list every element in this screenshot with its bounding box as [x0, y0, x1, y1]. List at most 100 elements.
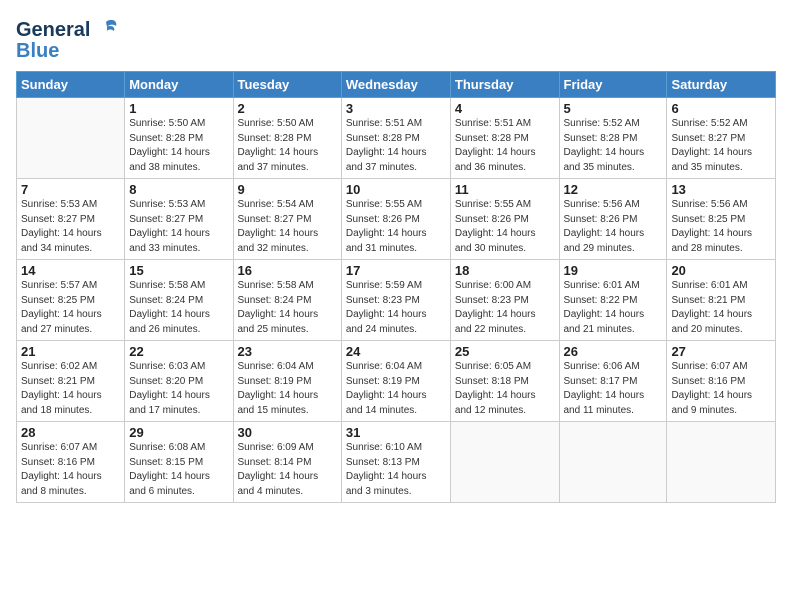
- weekday-header-friday: Friday: [559, 72, 667, 98]
- day-number: 11: [455, 182, 555, 197]
- day-info: Sunrise: 6:06 AM Sunset: 8:17 PM Dayligh…: [564, 360, 663, 418]
- day-info: Sunrise: 5:59 AM Sunset: 8:23 PM Dayligh…: [346, 279, 446, 337]
- day-info: Sunrise: 6:04 AM Sunset: 8:19 PM Dayligh…: [238, 360, 337, 418]
- day-number: 1: [129, 101, 228, 116]
- day-info: Sunrise: 5:58 AM Sunset: 8:24 PM Dayligh…: [129, 279, 228, 337]
- calendar-day-29: 29Sunrise: 6:08 AM Sunset: 8:15 PM Dayli…: [125, 422, 233, 503]
- day-number: 22: [129, 344, 228, 359]
- calendar-week-row: 28Sunrise: 6:07 AM Sunset: 8:16 PM Dayli…: [17, 422, 776, 503]
- day-number: 29: [129, 425, 228, 440]
- calendar-day-16: 16Sunrise: 5:58 AM Sunset: 8:24 PM Dayli…: [233, 260, 341, 341]
- calendar-day-25: 25Sunrise: 6:05 AM Sunset: 8:18 PM Dayli…: [450, 341, 559, 422]
- day-info: Sunrise: 6:03 AM Sunset: 8:20 PM Dayligh…: [129, 360, 228, 418]
- day-info: Sunrise: 5:53 AM Sunset: 8:27 PM Dayligh…: [21, 198, 120, 256]
- day-number: 31: [346, 425, 446, 440]
- day-number: 18: [455, 263, 555, 278]
- logo-blue-text: Blue: [16, 40, 59, 63]
- calendar-week-row: 14Sunrise: 5:57 AM Sunset: 8:25 PM Dayli…: [17, 260, 776, 341]
- calendar-day-21: 21Sunrise: 6:02 AM Sunset: 8:21 PM Dayli…: [17, 341, 125, 422]
- calendar-day-6: 6Sunrise: 5:52 AM Sunset: 8:27 PM Daylig…: [667, 98, 776, 179]
- logo-text: General: [16, 19, 90, 42]
- calendar-day-15: 15Sunrise: 5:58 AM Sunset: 8:24 PM Dayli…: [125, 260, 233, 341]
- calendar-day-1: 1Sunrise: 5:50 AM Sunset: 8:28 PM Daylig…: [125, 98, 233, 179]
- day-number: 2: [238, 101, 337, 116]
- page-header: General Blue: [16, 16, 776, 63]
- weekday-header-sunday: Sunday: [17, 72, 125, 98]
- weekday-header-tuesday: Tuesday: [233, 72, 341, 98]
- day-info: Sunrise: 5:56 AM Sunset: 8:25 PM Dayligh…: [671, 198, 771, 256]
- weekday-header-wednesday: Wednesday: [341, 72, 450, 98]
- day-number: 25: [455, 344, 555, 359]
- calendar-day-23: 23Sunrise: 6:04 AM Sunset: 8:19 PM Dayli…: [233, 341, 341, 422]
- day-number: 3: [346, 101, 446, 116]
- day-number: 10: [346, 182, 446, 197]
- calendar-week-row: 1Sunrise: 5:50 AM Sunset: 8:28 PM Daylig…: [17, 98, 776, 179]
- calendar-day-24: 24Sunrise: 6:04 AM Sunset: 8:19 PM Dayli…: [341, 341, 450, 422]
- day-info: Sunrise: 6:01 AM Sunset: 8:22 PM Dayligh…: [564, 279, 663, 337]
- calendar-day-30: 30Sunrise: 6:09 AM Sunset: 8:14 PM Dayli…: [233, 422, 341, 503]
- day-info: Sunrise: 5:51 AM Sunset: 8:28 PM Dayligh…: [346, 117, 446, 175]
- weekday-header-monday: Monday: [125, 72, 233, 98]
- weekday-header-saturday: Saturday: [667, 72, 776, 98]
- day-info: Sunrise: 6:00 AM Sunset: 8:23 PM Dayligh…: [455, 279, 555, 337]
- day-number: 5: [564, 101, 663, 116]
- calendar-week-row: 21Sunrise: 6:02 AM Sunset: 8:21 PM Dayli…: [17, 341, 776, 422]
- calendar-day-11: 11Sunrise: 5:55 AM Sunset: 8:26 PM Dayli…: [450, 179, 559, 260]
- day-info: Sunrise: 5:58 AM Sunset: 8:24 PM Dayligh…: [238, 279, 337, 337]
- calendar-day-13: 13Sunrise: 5:56 AM Sunset: 8:25 PM Dayli…: [667, 179, 776, 260]
- day-info: Sunrise: 6:02 AM Sunset: 8:21 PM Dayligh…: [21, 360, 120, 418]
- day-info: Sunrise: 6:04 AM Sunset: 8:19 PM Dayligh…: [346, 360, 446, 418]
- calendar-day-31: 31Sunrise: 6:10 AM Sunset: 8:13 PM Dayli…: [341, 422, 450, 503]
- day-number: 21: [21, 344, 120, 359]
- day-info: Sunrise: 5:51 AM Sunset: 8:28 PM Dayligh…: [455, 117, 555, 175]
- day-number: 7: [21, 182, 120, 197]
- calendar-day-10: 10Sunrise: 5:55 AM Sunset: 8:26 PM Dayli…: [341, 179, 450, 260]
- calendar-day-4: 4Sunrise: 5:51 AM Sunset: 8:28 PM Daylig…: [450, 98, 559, 179]
- day-number: 27: [671, 344, 771, 359]
- day-info: Sunrise: 6:01 AM Sunset: 8:21 PM Dayligh…: [671, 279, 771, 337]
- calendar-empty-cell: [17, 98, 125, 179]
- day-number: 16: [238, 263, 337, 278]
- calendar-day-17: 17Sunrise: 5:59 AM Sunset: 8:23 PM Dayli…: [341, 260, 450, 341]
- day-number: 14: [21, 263, 120, 278]
- day-info: Sunrise: 5:50 AM Sunset: 8:28 PM Dayligh…: [129, 117, 228, 175]
- day-info: Sunrise: 5:55 AM Sunset: 8:26 PM Dayligh…: [455, 198, 555, 256]
- day-number: 12: [564, 182, 663, 197]
- calendar-day-26: 26Sunrise: 6:06 AM Sunset: 8:17 PM Dayli…: [559, 341, 667, 422]
- day-info: Sunrise: 5:52 AM Sunset: 8:28 PM Dayligh…: [564, 117, 663, 175]
- calendar-day-3: 3Sunrise: 5:51 AM Sunset: 8:28 PM Daylig…: [341, 98, 450, 179]
- calendar-week-row: 7Sunrise: 5:53 AM Sunset: 8:27 PM Daylig…: [17, 179, 776, 260]
- calendar-day-27: 27Sunrise: 6:07 AM Sunset: 8:16 PM Dayli…: [667, 341, 776, 422]
- day-info: Sunrise: 5:52 AM Sunset: 8:27 PM Dayligh…: [671, 117, 771, 175]
- day-number: 26: [564, 344, 663, 359]
- day-number: 19: [564, 263, 663, 278]
- day-number: 13: [671, 182, 771, 197]
- calendar-empty-cell: [667, 422, 776, 503]
- day-number: 20: [671, 263, 771, 278]
- day-info: Sunrise: 5:53 AM Sunset: 8:27 PM Dayligh…: [129, 198, 228, 256]
- day-number: 30: [238, 425, 337, 440]
- logo: General Blue: [16, 16, 120, 63]
- calendar-day-2: 2Sunrise: 5:50 AM Sunset: 8:28 PM Daylig…: [233, 98, 341, 179]
- day-info: Sunrise: 6:09 AM Sunset: 8:14 PM Dayligh…: [238, 441, 337, 499]
- day-number: 28: [21, 425, 120, 440]
- day-info: Sunrise: 5:50 AM Sunset: 8:28 PM Dayligh…: [238, 117, 337, 175]
- day-info: Sunrise: 5:55 AM Sunset: 8:26 PM Dayligh…: [346, 198, 446, 256]
- day-number: 8: [129, 182, 228, 197]
- day-number: 17: [346, 263, 446, 278]
- calendar-day-7: 7Sunrise: 5:53 AM Sunset: 8:27 PM Daylig…: [17, 179, 125, 260]
- day-info: Sunrise: 6:05 AM Sunset: 8:18 PM Dayligh…: [455, 360, 555, 418]
- calendar-table: SundayMondayTuesdayWednesdayThursdayFrid…: [16, 71, 776, 503]
- calendar-day-12: 12Sunrise: 5:56 AM Sunset: 8:26 PM Dayli…: [559, 179, 667, 260]
- calendar-day-14: 14Sunrise: 5:57 AM Sunset: 8:25 PM Dayli…: [17, 260, 125, 341]
- calendar-day-20: 20Sunrise: 6:01 AM Sunset: 8:21 PM Dayli…: [667, 260, 776, 341]
- calendar-empty-cell: [559, 422, 667, 503]
- day-number: 23: [238, 344, 337, 359]
- day-number: 4: [455, 101, 555, 116]
- calendar-day-18: 18Sunrise: 6:00 AM Sunset: 8:23 PM Dayli…: [450, 260, 559, 341]
- day-info: Sunrise: 5:56 AM Sunset: 8:26 PM Dayligh…: [564, 198, 663, 256]
- calendar-day-8: 8Sunrise: 5:53 AM Sunset: 8:27 PM Daylig…: [125, 179, 233, 260]
- calendar-empty-cell: [450, 422, 559, 503]
- day-number: 24: [346, 344, 446, 359]
- logo-bird-icon: [92, 16, 120, 44]
